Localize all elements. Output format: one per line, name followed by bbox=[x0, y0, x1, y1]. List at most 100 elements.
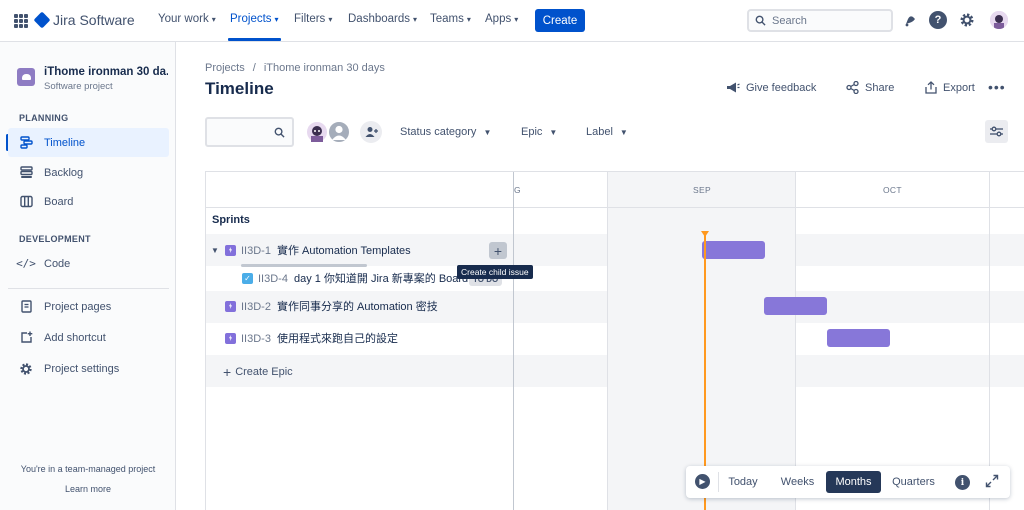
product-name: Jira Software bbox=[53, 12, 135, 28]
nav-your-work[interactable]: Your work ▾ bbox=[158, 13, 216, 25]
nav-your-work-label: Your work bbox=[158, 13, 209, 25]
label-filter[interactable]: Label ▼ bbox=[586, 126, 628, 138]
sidebar-item-project-settings[interactable]: Project settings bbox=[8, 354, 169, 383]
assignee-avatar-unassigned[interactable] bbox=[327, 120, 351, 144]
breadcrumb-project[interactable]: iThome ironman 30 days bbox=[264, 62, 385, 74]
search-icon bbox=[755, 15, 766, 26]
epic-icon bbox=[225, 332, 236, 344]
export-label: Export bbox=[943, 81, 975, 94]
share-label: Share bbox=[865, 81, 895, 94]
create-child-issue-button[interactable]: + bbox=[489, 242, 507, 259]
chevron-down-icon: ▾ bbox=[413, 14, 418, 24]
collapse-arrow-icon[interactable]: ▶ bbox=[695, 474, 710, 489]
help-icon[interactable]: ? bbox=[929, 11, 947, 29]
create-button[interactable]: Create bbox=[535, 9, 585, 32]
epic-row-ii3d-3[interactable]: II3D-3 使用程式來跑自己的設定 bbox=[206, 325, 513, 351]
status-category-filter[interactable]: Status category ▼ bbox=[400, 126, 491, 138]
timeline-search-input[interactable] bbox=[205, 117, 294, 147]
more-actions-icon[interactable]: ••• bbox=[988, 79, 1006, 95]
share-icon bbox=[846, 81, 859, 94]
search-input[interactable] bbox=[772, 14, 882, 27]
fullscreen-icon[interactable] bbox=[985, 474, 999, 488]
issue-key: II3D-3 bbox=[241, 333, 271, 345]
chevron-down-icon: ▾ bbox=[274, 14, 279, 24]
nav-projects[interactable]: Projects ▾ bbox=[230, 13, 279, 25]
global-search[interactable] bbox=[747, 9, 893, 32]
sidebar-item-label: Project pages bbox=[44, 300, 112, 313]
settings-gear-icon[interactable] bbox=[958, 11, 976, 29]
issue-key: II3D-1 bbox=[241, 245, 271, 257]
zoom-months-button[interactable]: Months bbox=[826, 471, 881, 493]
notifications-icon[interactable] bbox=[901, 11, 919, 29]
create-epic-button[interactable]: + Create Epic bbox=[223, 364, 293, 380]
nav-teams-label: Teams bbox=[430, 13, 464, 25]
code-icon: </> bbox=[16, 257, 36, 270]
issue-key: II3D-4 bbox=[258, 273, 288, 285]
chevron-down-icon: ▼ bbox=[483, 127, 492, 137]
breadcrumb-projects[interactable]: Projects bbox=[205, 62, 245, 74]
breadcrumb: Projects / iThome ironman 30 days bbox=[205, 62, 385, 74]
epic-row-ii3d-2[interactable]: II3D-2 實作同事分享的 Automation 密技 bbox=[206, 293, 513, 319]
timeline-grid: G SEP OCT Sprints ▼ II3D-1 實作 Automation … bbox=[205, 171, 1024, 510]
view-settings-button[interactable] bbox=[985, 120, 1008, 143]
give-feedback-button[interactable]: Give feedback bbox=[726, 81, 816, 94]
timeline-zoom-controls: ▶ Today Weeks Months Quarters i bbox=[686, 466, 1010, 498]
app-switcher-icon[interactable] bbox=[14, 14, 28, 28]
sliders-icon bbox=[990, 126, 1003, 137]
epic-icon bbox=[225, 300, 236, 312]
export-button[interactable]: Export bbox=[925, 81, 975, 94]
project-name[interactable]: iThome ironman 30 da... bbox=[44, 66, 168, 78]
add-people-icon[interactable] bbox=[360, 121, 382, 143]
sidebar-item-board[interactable]: Board bbox=[8, 187, 169, 216]
nav-teams[interactable]: Teams ▾ bbox=[430, 13, 471, 25]
sidebar-item-backlog[interactable]: Backlog bbox=[8, 158, 169, 187]
nav-apps[interactable]: Apps ▾ bbox=[485, 13, 518, 25]
nav-projects-label: Projects bbox=[230, 13, 272, 25]
epic-bar-ii3d-2[interactable] bbox=[764, 297, 827, 315]
sidebar-item-label: Timeline bbox=[44, 136, 86, 149]
list-divider[interactable] bbox=[513, 172, 514, 510]
sidebar-item-label: Add shortcut bbox=[44, 331, 106, 344]
export-icon bbox=[925, 81, 937, 94]
team-managed-note: You're in a team-managed project bbox=[20, 464, 156, 474]
current-month-shade bbox=[607, 172, 795, 510]
sidebar-item-add-shortcut[interactable]: Add shortcut bbox=[8, 323, 169, 352]
epic-icon bbox=[225, 244, 236, 256]
nav-dashboards[interactable]: Dashboards ▾ bbox=[348, 13, 417, 25]
project-type: Software project bbox=[44, 81, 113, 92]
sidebar-item-label: Code bbox=[44, 257, 71, 270]
development-heading: DEVELOPMENT bbox=[19, 234, 91, 244]
assignee-avatar-user[interactable] bbox=[305, 120, 329, 144]
filter-label: Epic bbox=[521, 126, 543, 138]
chevron-down-icon[interactable]: ▼ bbox=[211, 246, 219, 255]
page-icon bbox=[19, 300, 33, 314]
epic-bar-ii3d-1[interactable] bbox=[702, 241, 765, 259]
chevron-down-icon: ▾ bbox=[328, 14, 333, 24]
zoom-today-button[interactable]: Today bbox=[723, 471, 763, 493]
sidebar-item-label: Board bbox=[44, 195, 74, 208]
project-sidebar: iThome ironman 30 da... Software project… bbox=[0, 42, 176, 510]
epic-filter[interactable]: Epic ▼ bbox=[521, 126, 557, 138]
user-avatar[interactable] bbox=[990, 11, 1008, 29]
sidebar-item-timeline[interactable]: Timeline bbox=[8, 128, 169, 157]
share-button[interactable]: Share bbox=[846, 81, 894, 94]
epic-bar-ii3d-3[interactable] bbox=[827, 329, 890, 347]
issue-summary: 實作 Automation Templates bbox=[276, 245, 411, 257]
epic-row-ii3d-1[interactable]: ▼ II3D-1 實作 Automation Templates bbox=[206, 237, 513, 263]
jira-logo[interactable]: Jira Software bbox=[33, 11, 135, 29]
gear-icon bbox=[19, 362, 33, 376]
learn-more-link[interactable]: Learn more bbox=[0, 484, 176, 494]
project-avatar bbox=[17, 68, 35, 86]
zoom-weeks-button[interactable]: Weeks bbox=[776, 471, 819, 493]
zoom-quarters-button[interactable]: Quarters bbox=[887, 471, 940, 493]
month-label: G bbox=[514, 185, 521, 195]
sidebar-item-project-pages[interactable]: Project pages bbox=[8, 292, 169, 321]
nav-filters[interactable]: Filters ▾ bbox=[294, 13, 332, 25]
month-divider bbox=[989, 172, 990, 510]
create-epic-label: Create Epic bbox=[235, 366, 293, 378]
month-label: OCT bbox=[883, 185, 902, 195]
info-icon[interactable]: i bbox=[955, 475, 970, 490]
issue-summary: day 1 你知道開 Jira 新專案的 Board... bbox=[293, 273, 478, 285]
sidebar-item-code[interactable]: </> Code bbox=[8, 249, 169, 278]
sidebar-item-label: Backlog bbox=[44, 166, 84, 179]
